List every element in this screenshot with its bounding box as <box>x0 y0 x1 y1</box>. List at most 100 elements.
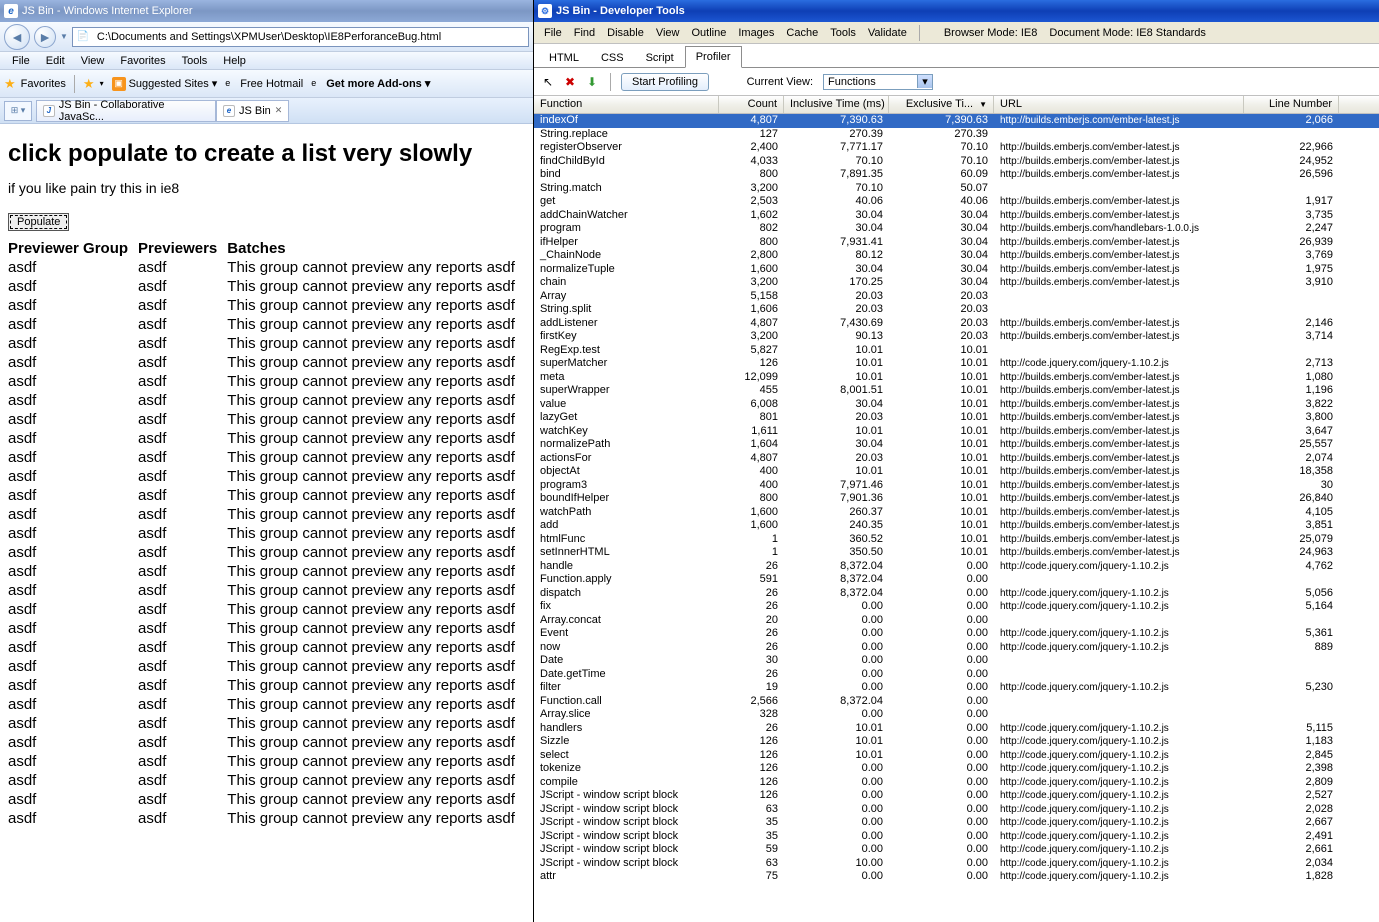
profiler-row[interactable]: now260.000.00http://code.jquery.com/jque… <box>534 641 1379 655</box>
profiler-row[interactable]: watchPath1,600260.3710.01http://builds.e… <box>534 506 1379 520</box>
forward-button[interactable]: ► <box>34 26 56 48</box>
profiler-row[interactable]: handle268,372.040.00http://code.jquery.c… <box>534 560 1379 574</box>
profiler-row[interactable]: _ChainNode2,80080.1230.04http://builds.e… <box>534 249 1379 263</box>
tab-jsbin-collab[interactable]: J JS Bin - Collaborative JavaSc... <box>36 100 216 122</box>
profiler-row[interactable]: Function.call2,5668,372.040.00 <box>534 695 1379 709</box>
profiler-row[interactable]: bind8007,891.3560.09http://builds.emberj… <box>534 168 1379 182</box>
profiler-row[interactable]: JScript - window script block590.000.00h… <box>534 843 1379 857</box>
start-profiling-button[interactable]: Start Profiling <box>621 73 709 91</box>
profiler-row[interactable]: Event260.000.00http://code.jquery.com/jq… <box>534 627 1379 641</box>
profiler-row[interactable]: RegExp.test5,82710.0110.01 <box>534 344 1379 358</box>
menu-favorites[interactable]: Favorites <box>112 55 173 67</box>
col-inclusive-time[interactable]: Inclusive Time (ms) <box>784 96 889 113</box>
profiler-row[interactable]: String.split1,60620.0320.03 <box>534 303 1379 317</box>
profiler-row[interactable]: superMatcher12610.0110.01http://code.jqu… <box>534 357 1379 371</box>
profiler-row[interactable]: superWrapper4558,001.5110.01http://build… <box>534 384 1379 398</box>
profiler-row[interactable]: objectAt40010.0110.01http://builds.ember… <box>534 465 1379 479</box>
profiler-row[interactable]: Date300.000.00 <box>534 654 1379 668</box>
profiler-row[interactable]: handlers2610.010.00http://code.jquery.co… <box>534 722 1379 736</box>
address-bar[interactable]: 📄 <box>72 27 529 47</box>
menu-file[interactable]: File <box>4 55 38 67</box>
profiler-row[interactable]: program80230.0430.04http://builds.emberj… <box>534 222 1379 236</box>
profiler-row[interactable]: Array.slice3280.000.00 <box>534 708 1379 722</box>
url-input[interactable] <box>93 29 528 45</box>
add-fav-button[interactable]: ★▾ <box>83 76 104 92</box>
profiler-row[interactable]: Function.apply5918,372.040.00 <box>534 573 1379 587</box>
free-hotmail[interactable]: eFree Hotmail <box>225 78 303 90</box>
profiler-row[interactable]: indexOf4,8077,390.637,390.63http://build… <box>534 114 1379 128</box>
get-addons[interactable]: eGet more Add-ons ▾ <box>311 77 430 90</box>
profiler-row[interactable]: firstKey3,20090.1320.03http://builds.emb… <box>534 330 1379 344</box>
profiler-row[interactable]: attr750.000.00http://code.jquery.com/jqu… <box>534 870 1379 884</box>
devmenu-find[interactable]: Find <box>568 27 601 39</box>
col-count[interactable]: Count <box>719 96 784 113</box>
profiler-row[interactable]: compile1260.000.00http://code.jquery.com… <box>534 776 1379 790</box>
profiler-row[interactable]: registerObserver2,4007,771.1770.10http:/… <box>534 141 1379 155</box>
devmenu-view[interactable]: View <box>650 27 686 39</box>
back-button[interactable]: ◄ <box>4 24 30 50</box>
document-mode[interactable]: Document Mode: IE8 Standards <box>1043 27 1212 39</box>
browser-mode[interactable]: Browser Mode: IE8 <box>938 27 1044 39</box>
profiler-row[interactable]: Date.getTime260.000.00 <box>534 668 1379 682</box>
col-url[interactable]: URL <box>994 96 1244 113</box>
profiler-row[interactable]: Array5,15820.0320.03 <box>534 290 1379 304</box>
col-function[interactable]: Function <box>534 96 719 113</box>
devmenu-images[interactable]: Images <box>732 27 780 39</box>
profiler-row[interactable]: actionsFor4,80720.0310.01http://builds.e… <box>534 452 1379 466</box>
profiler-row[interactable]: filter190.000.00http://code.jquery.com/j… <box>534 681 1379 695</box>
profiler-row[interactable]: findChildById4,03370.1070.10http://build… <box>534 155 1379 169</box>
devmenu-outline[interactable]: Outline <box>685 27 732 39</box>
profiler-row[interactable]: watchKey1,61110.0110.01http://builds.emb… <box>534 425 1379 439</box>
profiler-row[interactable]: JScript - window script block350.000.00h… <box>534 816 1379 830</box>
nav-dropdown[interactable]: ▼ <box>60 32 68 41</box>
tab-css[interactable]: CSS <box>590 47 635 68</box>
profiler-row[interactable]: JScript - window script block630.000.00h… <box>534 803 1379 817</box>
menu-edit[interactable]: Edit <box>38 55 73 67</box>
menu-view[interactable]: View <box>73 55 113 67</box>
devmenu-validate[interactable]: Validate <box>862 27 913 39</box>
devmenu-cache[interactable]: Cache <box>780 27 824 39</box>
profiler-row[interactable]: select12610.010.00http://code.jquery.com… <box>534 749 1379 763</box>
profiler-row[interactable]: normalizePath1,60430.0410.01http://build… <box>534 438 1379 452</box>
suggested-sites[interactable]: ▣Suggested Sites ▾ <box>112 77 218 91</box>
profiler-row[interactable]: tokenize1260.000.00http://code.jquery.co… <box>534 762 1379 776</box>
tab-jsbin[interactable]: e JS Bin ✕ <box>216 100 289 122</box>
profiler-row[interactable]: Sizzle12610.010.00http://code.jquery.com… <box>534 735 1379 749</box>
profiler-row[interactable]: get2,50340.0640.06http://builds.emberjs.… <box>534 195 1379 209</box>
tab-script[interactable]: Script <box>635 47 685 68</box>
profiler-row[interactable]: dispatch268,372.040.00http://code.jquery… <box>534 587 1379 601</box>
devmenu-file[interactable]: File <box>538 27 568 39</box>
quick-tabs-button[interactable]: ⊞ ▾ <box>4 101 32 121</box>
favorites-button[interactable]: ★Favorites <box>4 76 66 92</box>
profiler-row[interactable]: fix260.000.00http://code.jquery.com/jque… <box>534 600 1379 614</box>
pointer-icon[interactable]: ↖ <box>540 74 556 90</box>
profiler-row[interactable]: JScript - window script block350.000.00h… <box>534 830 1379 844</box>
profiler-row[interactable]: boundIfHelper8007,901.3610.01http://buil… <box>534 492 1379 506</box>
export-icon[interactable]: ⬇ <box>584 74 600 90</box>
col-exclusive-time[interactable]: Exclusive Ti...▼ <box>889 96 994 113</box>
ie-titlebar[interactable]: e JS Bin - Windows Internet Explorer <box>0 0 533 22</box>
profiler-row[interactable]: addChainWatcher1,60230.0430.04http://bui… <box>534 209 1379 223</box>
devtools-titlebar[interactable]: ⚙ JS Bin - Developer Tools <box>534 0 1379 22</box>
populate-button[interactable]: Populate <box>8 213 69 231</box>
close-tab-icon[interactable]: ✕ <box>275 105 283 116</box>
col-line-number[interactable]: Line Number <box>1244 96 1339 113</box>
profiler-row[interactable]: htmlFunc1360.5210.01http://builds.emberj… <box>534 533 1379 547</box>
profiler-row[interactable]: add1,600240.3510.01http://builds.emberjs… <box>534 519 1379 533</box>
devmenu-tools[interactable]: Tools <box>824 27 862 39</box>
profiler-row[interactable]: JScript - window script block1260.000.00… <box>534 789 1379 803</box>
profiler-row[interactable]: normalizeTuple1,60030.0430.04http://buil… <box>534 263 1379 277</box>
profiler-row[interactable]: meta12,09910.0110.01http://builds.emberj… <box>534 371 1379 385</box>
menu-help[interactable]: Help <box>215 55 254 67</box>
profiler-row[interactable]: program34007,971.4610.01http://builds.em… <box>534 479 1379 493</box>
profiler-row[interactable]: ifHelper8007,931.4130.04http://builds.em… <box>534 236 1379 250</box>
profiler-row[interactable]: setInnerHTML1350.5010.01http://builds.em… <box>534 546 1379 560</box>
profiler-row[interactable]: Array.concat200.000.00 <box>534 614 1379 628</box>
devmenu-disable[interactable]: Disable <box>601 27 650 39</box>
profiler-row[interactable]: chain3,200170.2530.04http://builds.ember… <box>534 276 1379 290</box>
tab-html[interactable]: HTML <box>538 47 590 68</box>
menu-tools[interactable]: Tools <box>174 55 216 67</box>
profiler-row[interactable]: String.match3,20070.1050.07 <box>534 182 1379 196</box>
tab-profiler[interactable]: Profiler <box>685 46 742 68</box>
current-view-dropdown[interactable]: Functions ▾ <box>823 74 933 90</box>
